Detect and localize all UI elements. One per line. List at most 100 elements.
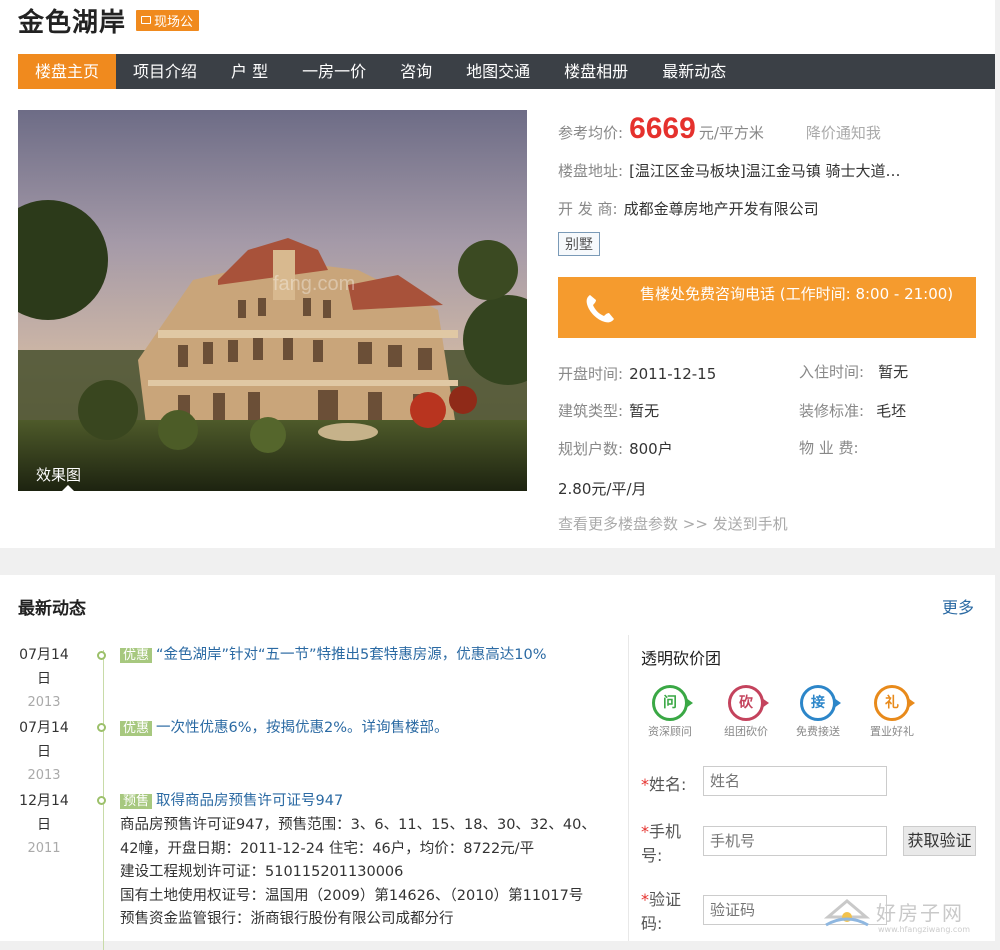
phone-input[interactable] <box>703 826 887 856</box>
house-logo-icon <box>823 899 871 927</box>
code-label: *验证 码: <box>641 890 682 933</box>
property-fee-value: 2.80元/平/月 <box>558 480 647 498</box>
watermark-url: www.hfangziwang.com <box>878 925 971 934</box>
consultant-icon: 问 <box>652 685 693 721</box>
checkin-label: 入住时间: <box>799 363 865 381</box>
price-row: 参考均价: 6669 元/平方米 降价通知我 <box>558 112 881 148</box>
news-date-year: 2011 <box>27 841 61 856</box>
price-unit: 元/平方米 <box>698 124 764 142</box>
photo-watermark: fang.com <box>273 273 355 295</box>
news-title[interactable]: 取得商品房预售许可证号947 <box>156 793 343 809</box>
feature-free-pickup[interactable]: 接 免费接送 <box>783 685 853 739</box>
news-item[interactable]: 优惠 一次性优惠6%，按揭优惠2%。详询售楼部。 <box>120 716 610 741</box>
property-fee-row: 物 业 费: <box>799 437 859 458</box>
news-date-ri: 日 <box>37 671 51 687</box>
more-params-link[interactable]: 查看更多楼盘参数 >> 发送到手机 <box>558 513 788 534</box>
phone-label: *手机 号: <box>641 822 682 865</box>
news-section-title: 最新动态 <box>18 599 86 619</box>
badge-label: 现场公 <box>154 14 194 30</box>
feature-gift[interactable]: 礼 置业好礼 <box>857 685 927 739</box>
feature-label: 免费接送 <box>796 725 840 738</box>
news-item[interactable]: 优惠 “金色湖岸”针对“五一节”特推出5套特惠房源，优惠高达10% <box>120 643 610 668</box>
developer-label: 开 发 商: <box>558 200 618 218</box>
building-type-value: 暂无 <box>629 402 660 420</box>
households-value: 800户 <box>629 440 673 458</box>
news-date-day: 07月14 <box>19 647 69 663</box>
news-item[interactable]: 预售 取得商品房预售许可证号947 商品房预售许可证947，预售范围：3、6、11… <box>120 789 610 932</box>
watermark-text: 好房子网 <box>876 901 964 925</box>
news-body-line: 商品房预售许可证947，预售范围：3、6、11、15、18、30、32、40、4… <box>120 817 596 857</box>
news-body-line: 建设工程规划许可证：510115201130006 <box>120 864 404 880</box>
project-overview-card: 金色湖岸 现场公 楼盘主页 项目介绍户 型一房一价 咨询 地图交通 楼盘相册 最新动态 <box>0 0 995 548</box>
news-more-link[interactable]: 更多 <box>942 594 974 618</box>
main-nav: 楼盘主页 项目介绍户 型一房一价 咨询 地图交通 楼盘相册 最新动态 <box>18 54 995 89</box>
property-type-tag: 别墅 <box>558 232 600 256</box>
nav-tab[interactable]: 最新动态 <box>645 54 743 89</box>
get-code-button[interactable]: 获取验证 <box>903 826 976 856</box>
news-body-line: 国有土地使用权证号：温国用（2009）第14626、（2010）第11017号 <box>120 887 584 904</box>
feature-consultant[interactable]: 问 资深顾问 <box>635 685 705 739</box>
project-title: 金色湖岸 <box>18 7 127 38</box>
address-label: 楼盘地址: <box>558 162 624 180</box>
news-title[interactable]: “金色湖岸”针对“五一节”特推出5套特惠房源，优惠高达10% <box>156 647 547 663</box>
onsite-badge[interactable]: 现场公 <box>136 9 200 31</box>
nav-tab[interactable]: 一房一价 <box>285 54 383 89</box>
nav-tab[interactable]: 项目介绍 <box>116 54 214 89</box>
sales-phone-banner[interactable]: 售楼处免费咨询电话 (工作时间: 8:00 - 21:00) <box>558 277 976 338</box>
news-date-ri: 日 <box>37 817 51 833</box>
checkin-row: 入住时间: 暂无 <box>799 361 908 382</box>
news-title[interactable]: 一次性优惠6%，按揭优惠2%。详询售楼部。 <box>156 720 449 736</box>
nav-tab[interactable]: 楼盘相册 <box>547 54 645 89</box>
nav-tab[interactable]: 楼盘主页 <box>18 54 117 89</box>
name-input[interactable] <box>703 766 887 796</box>
feature-group-bargain[interactable]: 砍 组团砍价 <box>711 685 781 739</box>
bargain-icon: 砍 <box>728 685 769 721</box>
timeline-dot <box>97 796 106 805</box>
news-date-year: 2013 <box>27 695 61 710</box>
phone-icon <box>586 295 614 323</box>
property-fee-value-row: 2.80元/平/月 <box>558 478 647 499</box>
gift-icon: 礼 <box>874 685 915 721</box>
price-drop-notify-link[interactable]: 降价通知我 <box>806 122 881 143</box>
photo-caption: 效果图 <box>36 466 82 484</box>
decoration-label: 装修标准: <box>799 402 865 420</box>
site-watermark: 好房子网 www.hfangziwang.com <box>822 893 992 939</box>
households-row: 规划户数: 800户 <box>558 438 673 459</box>
timeline-dot <box>97 723 106 732</box>
households-label: 规划户数: <box>558 440 624 458</box>
news-tag: 预售 <box>120 794 153 809</box>
news-card: 最新动态 更多 07月14 日 2013 优惠 “金色湖岸”针对“五一节”特推出5… <box>0 575 995 950</box>
news-date-day: 07月14 <box>19 720 69 736</box>
news-body: 商品房预售许可证947，预售范围：3、6、11、15、18、30、32、40、4… <box>120 814 610 932</box>
decoration-row: 装修标准: 毛坯 <box>799 400 906 421</box>
feature-label: 资深顾问 <box>648 725 692 738</box>
property-fee-label: 物 业 费: <box>799 439 859 457</box>
address-value: [温江区金马板块]温江金马镇 骑士大道… <box>629 162 901 180</box>
timeline-dot <box>97 651 106 660</box>
nav-tab[interactable]: 户 型 <box>214 54 285 89</box>
open-date-label: 开盘时间: <box>558 365 624 383</box>
pickup-icon: 接 <box>800 685 841 721</box>
news-date-day: 12月14 <box>19 793 69 809</box>
open-date-row: 开盘时间: 2011-12-15 <box>558 363 716 384</box>
building-type-label: 建筑类型: <box>558 402 624 420</box>
rendering-image: fang.com <box>18 110 527 491</box>
developer-row: 开 发 商: 成都金尊房地产开发有限公司 <box>558 198 819 219</box>
news-date: 07月14 日 2013 <box>18 643 70 715</box>
nav-tab[interactable]: 地图交通 <box>449 54 547 89</box>
address-row: 楼盘地址: [温江区金马板块]温江金马镇 骑士大道… <box>558 160 901 181</box>
price-label: 参考均价: <box>558 124 624 142</box>
nav-tab[interactable]: 咨询 <box>383 54 449 89</box>
caption-pointer <box>62 485 74 491</box>
building-type-row: 建筑类型: 暂无 <box>558 400 659 421</box>
badge-icon <box>141 16 152 24</box>
open-date-value: 2011-12-15 <box>629 365 717 383</box>
developer-value: 成都金尊房地产开发有限公司 <box>623 200 819 218</box>
news-tag: 优惠 <box>120 648 153 663</box>
project-photo[interactable]: fang.com 效果图 <box>18 110 527 491</box>
feature-label: 组团砍价 <box>724 725 768 738</box>
checkin-value: 暂无 <box>878 363 909 381</box>
feature-label: 置业好礼 <box>870 725 914 738</box>
project-header: 金色湖岸 现场公 <box>18 0 200 40</box>
news-date-ri: 日 <box>37 744 51 760</box>
